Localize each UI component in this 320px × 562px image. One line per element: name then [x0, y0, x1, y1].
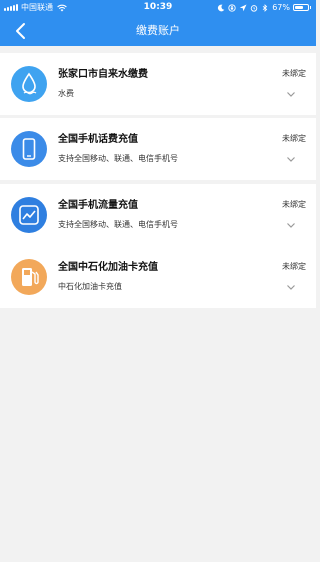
chevron-down-icon[interactable] [286, 91, 296, 98]
account-item-mobile-data[interactable]: 全国手机流量充值 支持全国移动、联通、电信手机号 未绑定 [0, 184, 316, 246]
do-not-disturb-moon-icon [218, 4, 225, 11]
chevron-down-icon[interactable] [286, 156, 296, 163]
binding-status: 未绑定 [282, 69, 306, 78]
water-drop-icon [11, 66, 47, 102]
account-item-water[interactable]: 张家口市自来水缴费 水费 未绑定 [0, 53, 316, 115]
gas-pump-icon [11, 259, 47, 295]
location-arrow-icon [240, 4, 247, 11]
binding-status: 未绑定 [282, 200, 306, 209]
account-title: 全国中石化加油卡充值 [58, 262, 158, 273]
binding-status: 未绑定 [282, 134, 306, 143]
account-description: 中石化加油卡充值 [58, 282, 122, 291]
alarm-clock-icon [250, 4, 258, 12]
account-item-fuel-card[interactable]: 全国中石化加油卡充值 中石化加油卡充值 未绑定 [0, 246, 316, 308]
data-trend-icon [11, 197, 47, 233]
binding-status: 未绑定 [282, 262, 306, 271]
account-description: 支持全国移动、联通、电信手机号 [58, 154, 178, 163]
page-title: 缴费账户 [136, 24, 180, 37]
battery-fill [295, 6, 304, 9]
status-right: 67% [217, 0, 311, 15]
rotation-lock-icon [228, 3, 236, 12]
account-title: 张家口市自来水缴费 [58, 69, 148, 80]
account-title: 全国手机话费充值 [58, 134, 138, 145]
account-description: 水费 [58, 89, 74, 98]
account-item-mobile-topup[interactable]: 全国手机话费充值 支持全国移动、联通、电信手机号 未绑定 [0, 118, 316, 180]
battery-icon [293, 4, 311, 11]
nav-bar: 缴费账户 [0, 15, 316, 46]
chevron-down-icon[interactable] [286, 284, 296, 291]
bluetooth-icon [262, 3, 268, 12]
mobile-phone-icon [11, 131, 47, 167]
status-bar: 中国联通 10:39 67% [0, 0, 316, 15]
chevron-down-icon[interactable] [286, 222, 296, 229]
battery-percent: 67% [272, 3, 290, 12]
account-title: 全国手机流量充值 [58, 200, 138, 211]
top-bar: 中国联通 10:39 67% 缴费账户 [0, 0, 316, 46]
account-description: 支持全国移动、联通、电信手机号 [58, 220, 178, 229]
